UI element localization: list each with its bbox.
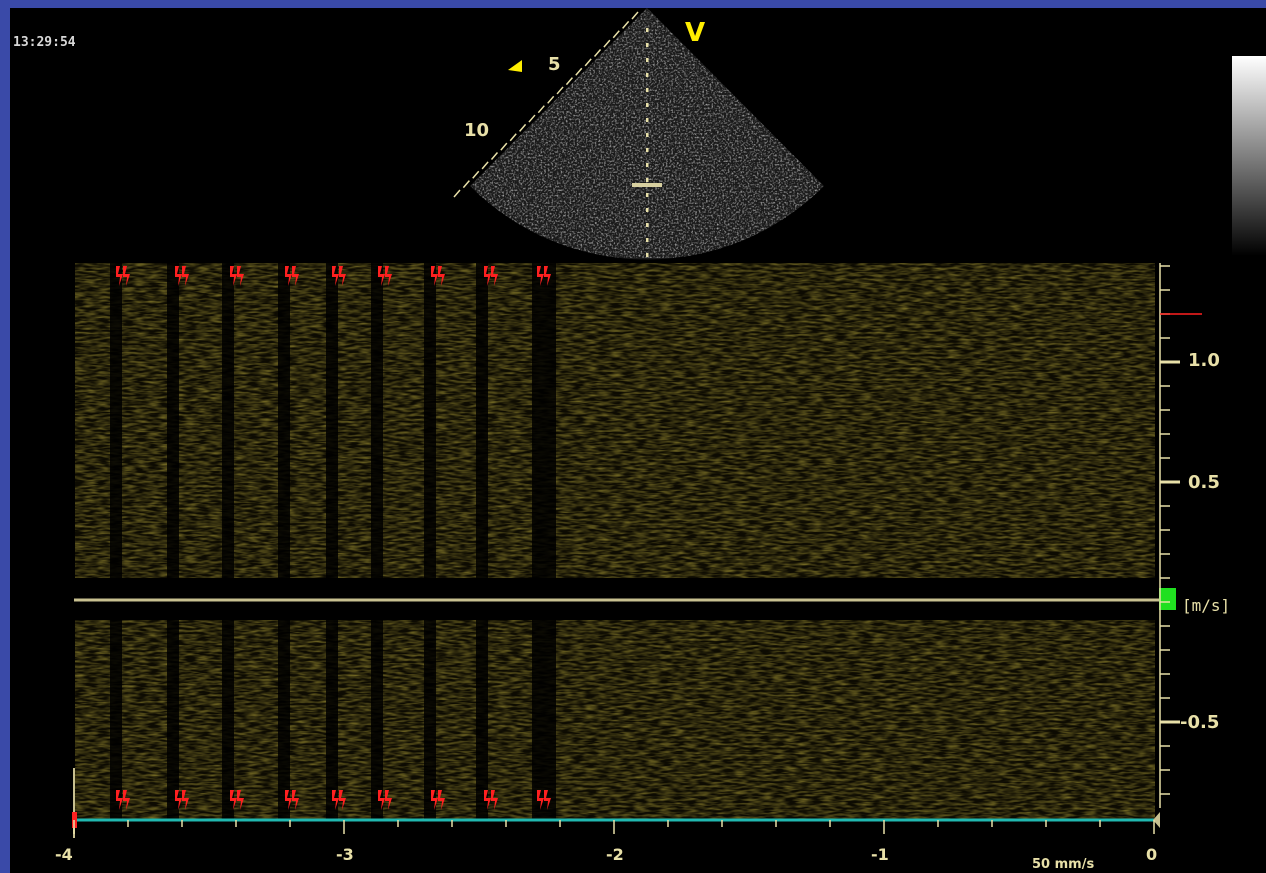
time-axis-ticks	[73, 820, 1155, 834]
gap-band	[476, 263, 488, 578]
depth-tick	[565, 77, 573, 86]
cursor-dot	[646, 163, 649, 167]
cursor-dot	[646, 133, 649, 137]
gap-band	[532, 263, 556, 578]
depth-tick	[472, 170, 480, 179]
velocity-tick-label: -0.5	[1180, 712, 1219, 733]
depth-tick	[612, 30, 620, 39]
depth-label-10: 10	[464, 120, 489, 141]
depth-tick	[603, 39, 611, 48]
depth-tick	[490, 152, 499, 161]
velocity-tick-label: 0.5	[1188, 472, 1220, 493]
cursor-dot	[646, 238, 649, 242]
time-tick-label: -2	[606, 845, 624, 864]
depth-tick	[500, 142, 508, 151]
cursor-dot	[646, 208, 649, 212]
velocity-unit: [m/s]	[1182, 596, 1230, 615]
depth-tick	[528, 114, 536, 123]
depth-tick	[631, 11, 639, 20]
cursor-dot	[646, 58, 649, 62]
depth-tick	[519, 123, 527, 132]
depth-tick	[593, 48, 602, 57]
cursor-dot	[646, 88, 649, 92]
depth-tick	[462, 180, 470, 189]
gap-band	[278, 263, 290, 578]
gap-band	[110, 263, 122, 578]
b-mode-sector	[470, 8, 824, 260]
orientation-marker	[508, 60, 522, 72]
cursor-dot	[646, 73, 649, 77]
depth-tick	[481, 161, 489, 170]
gap-band	[424, 263, 436, 578]
gap-band	[326, 263, 338, 578]
cursor-dot	[646, 118, 649, 122]
time-tick-label: -1	[871, 845, 889, 864]
sample-gate	[632, 183, 662, 187]
time-tick-label: -4	[55, 845, 73, 864]
cursor-dot	[646, 193, 649, 197]
gap-band	[222, 263, 234, 578]
gap-band	[167, 263, 179, 578]
depth-tick	[509, 133, 517, 142]
time-tick-label: 0	[1146, 845, 1157, 864]
depth-tick	[547, 95, 555, 104]
depth-tick	[622, 20, 630, 29]
velocity-tick-label: 1.0	[1188, 350, 1220, 371]
doppler-spectrum	[75, 263, 1155, 820]
velocity-scale	[1159, 263, 1180, 808]
depth-tick	[575, 67, 583, 76]
depth-tick	[556, 86, 564, 95]
cursor-dot	[646, 253, 649, 257]
time-tick-label: -3	[336, 845, 354, 864]
depth-tick	[453, 189, 461, 198]
sweep-speed: 50 mm/s	[1032, 857, 1094, 872]
cursor-dot	[646, 223, 649, 227]
cursor-dot	[646, 103, 649, 107]
cursor-dot	[646, 178, 649, 182]
baseline-handle[interactable]	[1159, 588, 1176, 610]
gap-band	[371, 263, 383, 578]
cursor-dot	[646, 43, 649, 47]
depth-tick	[584, 58, 592, 67]
depth-label-5: 5	[548, 54, 561, 75]
cursor-dot	[646, 148, 649, 152]
cursor-dot	[646, 28, 649, 32]
depth-tick	[537, 105, 545, 114]
ultrasound-screen: 13:29:54 V 5 10 1.0 0.5 -0.5 [m/s] -4 -3…	[10, 8, 1266, 873]
mode-label: V	[685, 18, 705, 48]
ultrasound-canvas: V 5 10 1.0 0.5 -0.5 [m/s] -4 -3 -2 -1 0 …	[55, 8, 1230, 872]
